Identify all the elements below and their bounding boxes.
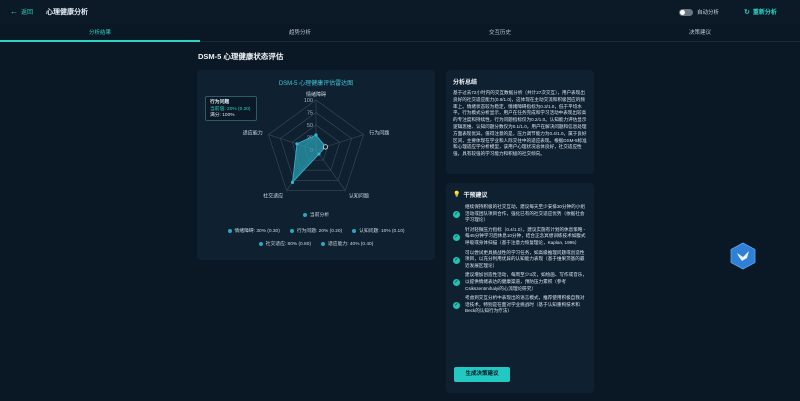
- intervention-text: 继续保持积极的社交互动，建议每天至少安排30分钟的小组活动或团队项目合作，强化已…: [465, 204, 585, 223]
- intervention-header: 💡 干预建议: [453, 190, 587, 199]
- summary-panel: 分析总结 基于过去72小时内的交互数据分析（共计27次交互），用户表现出良好的社…: [446, 70, 594, 174]
- intervention-item: ✓ 考虑到交互分析中表现出的语言模式，推荐使用积极自我对话技术，特别是在面对学业…: [453, 295, 587, 315]
- chart-title: DSM-5 心理健康评估雷达图: [278, 81, 354, 87]
- bird-logo-icon[interactable]: [730, 242, 756, 270]
- legend-item: 行为问题: 20% (0.20): [289, 227, 343, 234]
- intervention-title: 干预建议: [463, 193, 488, 199]
- legend-item-label: 社交适应: 80% (0.80): [265, 242, 311, 247]
- intervention-item: ✓ 针对轻微压力指标（0.4/1.0），建议实施有计划的休息策略 - 每45分钟…: [453, 227, 587, 247]
- check-circle-icon: ✓: [453, 302, 460, 310]
- legend-item: 认知问题: 10% (0.10): [352, 227, 404, 234]
- check-circle-icon: ✓: [453, 256, 460, 264]
- app-title: 心理健康分析: [46, 9, 88, 16]
- intervention-text: 针对轻微压力指标（0.4/1.0），建议实施有计划的休息策略 - 每45分钟学习…: [465, 226, 586, 245]
- refresh-icon: ↻: [744, 8, 750, 16]
- legend-item-label: 适应能力: 40% (0.40): [328, 242, 374, 247]
- radar-chart-panel: 0255075100情绪障碍行为问题认知问题社交适应适应能力 DSM-5 心理健…: [197, 70, 435, 260]
- reanalyze-button[interactable]: ↻ 重新分析: [744, 7, 777, 17]
- series-legend: 当前分析: [197, 211, 435, 218]
- legend-item-label: 认知问题: 10% (0.10): [359, 229, 405, 234]
- back-label: 返回: [21, 10, 34, 16]
- intervention-text: 考虑到交互分析中表现出的语言模式，推荐使用积极自我对话技术，特别是在面对学业挑战…: [465, 295, 585, 314]
- legend-dot-icon: [258, 241, 263, 246]
- auto-analysis-toggle[interactable]: 自动分析: [679, 8, 719, 16]
- metric-legend-row-2: 社交适应: 80% (0.80) 适应能力: 40% (0.40): [197, 240, 435, 247]
- intervention-item: ✓ 可以尝试更具挑战性的学习任务，如高级推理问题或创造性项目，以充分利用优异的认…: [453, 250, 587, 270]
- intervention-panel: 💡 干预建议 ✓ 继续保持积极的社交互动，建议每天至少安排30分钟的小组活动或团…: [446, 183, 594, 393]
- summary-text: 基于过去72小时内的交互数据分析（共计27次交互），用户表现出良好的社交适应能力…: [453, 90, 587, 157]
- arrow-left-icon: ←: [10, 6, 18, 16]
- legend-item: 适应能力: 40% (0.40): [321, 240, 373, 247]
- radar-tick-label: 100: [304, 98, 313, 104]
- radar-series-area: [291, 134, 327, 184]
- legend-item-label: 情绪障碍: 30% (0.30): [234, 229, 280, 234]
- auto-analysis-label: 自动分析: [697, 10, 720, 16]
- legend-dot-icon: [321, 241, 325, 246]
- lightbulb-icon: 💡: [453, 192, 461, 198]
- radar-data-point: [295, 142, 299, 146]
- radar-tick-label: 75: [307, 111, 313, 117]
- radar-axis-label: 社交适应: [263, 192, 283, 199]
- legend-item-label: 行为问题: 20% (0.20): [296, 229, 343, 234]
- tab-analysis-result[interactable]: 分析结果: [0, 26, 200, 42]
- legend-item: 社交适应: 80% (0.80): [258, 240, 311, 247]
- tooltip-full: 满分: 100%: [210, 113, 235, 118]
- back-button[interactable]: ← 返回: [10, 7, 33, 16]
- tab-trend-analysis[interactable]: 趋势分析: [200, 26, 400, 41]
- summary-title: 分析总结: [453, 80, 478, 86]
- radar-tick-label: 50: [307, 123, 313, 129]
- radar-data-point: [314, 133, 318, 137]
- section-title: DSM-5 心理健康状态评估: [198, 52, 284, 61]
- radar-data-point: [290, 180, 295, 184]
- chart-tooltip: 行为问题 当前值: 20% (0.20) 满分: 100%: [205, 96, 257, 121]
- check-circle-icon: ✓: [453, 233, 460, 241]
- legend-dot-icon: [227, 228, 232, 233]
- legend-series-name: 当前分析: [309, 213, 330, 218]
- radar-hover-point: [322, 144, 329, 150]
- reanalyze-label: 重新分析: [752, 10, 777, 16]
- radar-axis-label: 行为问题: [369, 130, 389, 137]
- legend-item: 情绪障碍: 30% (0.30): [227, 227, 280, 234]
- legend-dot-icon: [289, 228, 294, 233]
- app-header: ← 返回 心理健康分析 自动分析 ↻ 重新分析: [0, 0, 800, 24]
- legend-dot-icon: [352, 228, 357, 233]
- legend-series-item[interactable]: 当前分析: [302, 211, 330, 218]
- check-circle-icon: ✓: [453, 211, 460, 218]
- radar-data-point: [317, 152, 321, 156]
- tab-interaction-history[interactable]: 交互历史: [400, 26, 600, 41]
- metric-legend-row-1: 情绪障碍: 30% (0.30) 行为问题: 20% (0.20) 认知问题: …: [197, 227, 435, 234]
- intervention-text: 建议增加创造性活动，每周至少3次，如绘画、写作或音乐，以提供情绪表达的健康渠道，…: [465, 272, 587, 291]
- intervention-text: 可以尝试更具挑战性的学习任务，如高级推理问题或创造性项目，以充分利用优异的认知能…: [465, 249, 585, 268]
- intervention-item: ✓ 继续保持积极的社交互动，建议每天至少安排30分钟的小组活动或团队项目合作，强…: [453, 204, 587, 224]
- tab-bar: 分析结果 趋势分析 交互历史 决策建议: [0, 26, 800, 42]
- radar-axis-label: 情绪障碍: [306, 91, 326, 98]
- tab-decision-advice[interactable]: 决策建议: [600, 26, 800, 41]
- generate-decision-button[interactable]: 生成决策建议: [454, 367, 510, 382]
- radar-axis-label: 认知问题: [349, 192, 369, 199]
- toggle-switch[interactable]: [679, 8, 693, 16]
- intervention-item: ✓ 建议增加创造性活动，每周至少3次，如绘画、写作或音乐，以提供情绪表达的健康渠…: [453, 272, 587, 292]
- check-circle-icon: ✓: [453, 279, 460, 287]
- radar-axis-label: 适应能力: [243, 130, 263, 137]
- legend-dot-icon: [302, 212, 307, 217]
